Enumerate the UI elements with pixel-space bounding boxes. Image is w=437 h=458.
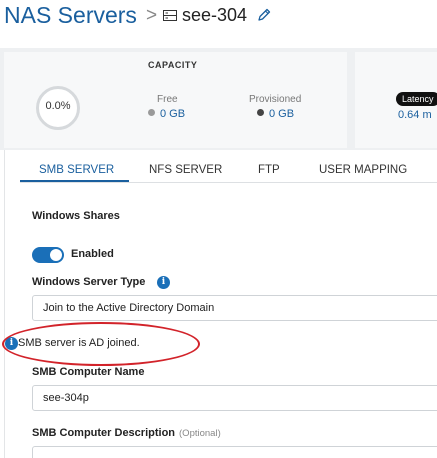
- enabled-label: Enabled: [71, 248, 114, 260]
- server-type-select[interactable]: Join to the Active Directory Domain: [32, 295, 437, 321]
- description-label-row: SMB Computer Description (Optional): [32, 427, 221, 439]
- content-border: [4, 150, 5, 458]
- chevron-right-icon: >: [146, 5, 158, 26]
- provisioned-value-row: 0 GB: [257, 108, 294, 120]
- free-value: 0 GB: [160, 108, 186, 120]
- provisioned-dot-icon: [257, 109, 264, 116]
- server-type-value: Join to the Active Directory Domain: [43, 302, 215, 314]
- tab-nfs-server[interactable]: NFS SERVER: [149, 164, 222, 176]
- page-header: NAS Servers > see-304: [0, 0, 437, 40]
- computer-name-input[interactable]: see-304p: [32, 385, 437, 411]
- server-icon: [163, 10, 177, 21]
- description-input[interactable]: [32, 446, 437, 458]
- server-type-label: Windows Server Type: [32, 276, 146, 288]
- capacity-title: CAPACITY: [148, 60, 198, 70]
- computer-name-value: see-304p: [43, 392, 89, 404]
- pencil-icon[interactable]: [256, 7, 272, 23]
- annotation-ellipse: [2, 322, 200, 366]
- tab-smb-server[interactable]: SMB SERVER: [39, 164, 114, 176]
- computer-name-label: SMB Computer Name: [32, 366, 145, 378]
- tab-ftp[interactable]: FTP: [258, 164, 280, 176]
- latency-value: 0.64 m: [398, 109, 432, 121]
- latency-badge: Latency: [396, 92, 437, 106]
- info-icon[interactable]: i: [157, 276, 170, 289]
- optional-hint: (Optional): [179, 428, 221, 439]
- active-tab-indicator: [20, 180, 129, 182]
- breadcrumb-nas-servers[interactable]: NAS Servers: [4, 2, 137, 29]
- provisioned-value: 0 GB: [269, 108, 295, 120]
- toggle-knob: [50, 249, 62, 261]
- description-label: SMB Computer Description: [32, 427, 176, 439]
- page-title: see-304: [182, 5, 248, 25]
- capacity-percent: 0.0%: [45, 100, 71, 112]
- free-label: Free: [157, 94, 178, 105]
- free-dot-icon: [148, 109, 155, 116]
- provisioned-label: Provisioned: [249, 94, 302, 105]
- section-title: Windows Shares: [32, 210, 120, 222]
- free-value-row: 0 GB: [148, 108, 185, 120]
- enabled-toggle[interactable]: [32, 247, 64, 263]
- tab-user-mapping[interactable]: USER MAPPING: [319, 164, 407, 176]
